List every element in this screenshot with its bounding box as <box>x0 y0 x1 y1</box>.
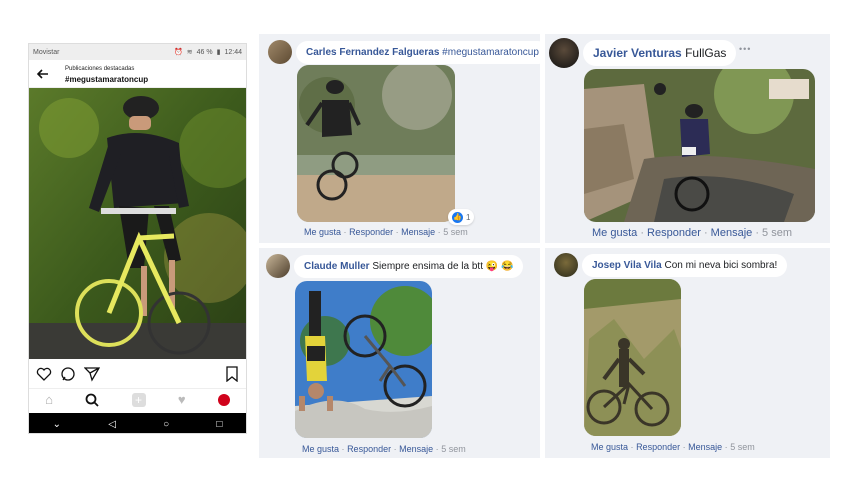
message-link[interactable]: Mensaje <box>399 444 433 454</box>
comment-text[interactable]: FullGas <box>685 46 726 60</box>
heart-icon[interactable] <box>36 366 52 382</box>
fb-comment-card: Josep Vila Vila Con mi neva bici sombra!… <box>545 248 830 458</box>
comment-photo[interactable] <box>584 279 681 436</box>
comment-bubble: Carles Fernandez Falgueras #megustamarat… <box>296 41 540 64</box>
separator-dot: · <box>755 227 759 239</box>
chevron-down-icon[interactable]: ⌄ <box>53 419 61 430</box>
reply-link[interactable]: Responder <box>647 227 701 239</box>
battery-icon: ▮ <box>216 49 221 56</box>
comment-bubble: Josep Vila Vila Con mi neva bici sombra! <box>582 254 788 277</box>
home-icon[interactable]: ⌂ <box>45 392 53 407</box>
separator-dot: · <box>435 444 439 454</box>
fb-comment-card: Carles Fernandez Falgueras #megustamarat… <box>259 34 540 243</box>
message-link[interactable]: Mensaje <box>401 227 435 237</box>
like-thumb-icon: 👍 <box>452 211 463 223</box>
comment-photo[interactable] <box>584 69 815 222</box>
comment-photo[interactable] <box>295 281 432 438</box>
recents-square-icon[interactable]: □ <box>216 419 222 430</box>
comment-actions: Me gusta · Responder · Mensaje · 5 sem <box>591 442 755 452</box>
avatar[interactable] <box>268 40 292 64</box>
separator-dot: · <box>703 227 708 239</box>
separator-dot: · <box>395 227 399 237</box>
comment-actions: Me gusta · Responder · Mensaje · 5 sem <box>302 444 466 454</box>
like-link[interactable]: Me gusta <box>304 227 341 237</box>
ig-header-subtitle: Publicaciones destacadas <box>65 66 135 72</box>
reply-link[interactable]: Responder <box>636 442 680 452</box>
fb-comment-card: Javier Venturas FullGas ••• Me gusta · R… <box>545 34 830 243</box>
comment-author[interactable]: Claude Muller <box>304 261 370 272</box>
comment-actions: Me gusta · Responder · Mensaje · 5 sem <box>592 227 792 239</box>
avatar[interactable] <box>554 253 578 277</box>
android-navigation-bar: ⌄ ◁ ○ □ <box>29 413 246 433</box>
comment-author[interactable]: Josep Vila Vila <box>592 260 662 271</box>
ig-actions-bar <box>29 364 246 384</box>
alarm-icon: ⏰ <box>174 49 183 56</box>
message-link[interactable]: Mensaje <box>711 227 753 239</box>
separator-dot: · <box>724 442 728 452</box>
avatar[interactable] <box>549 38 579 68</box>
message-link[interactable]: Mensaje <box>688 442 722 452</box>
share-icon[interactable] <box>84 366 100 382</box>
reply-link[interactable]: Responder <box>347 444 391 454</box>
comment-author[interactable]: Javier Venturas <box>593 46 682 60</box>
separator-dot: · <box>682 442 686 452</box>
bookmark-icon[interactable] <box>225 366 239 382</box>
status-bar: Movistar ⏰ ≋ 46 % ▮ 12:44 <box>29 44 246 60</box>
comment-timestamp[interactable]: 5 sem <box>762 227 792 239</box>
carrier-name: Movistar <box>33 48 60 56</box>
separator-dot: · <box>437 227 441 237</box>
reaction-count-value: 1 <box>466 212 471 222</box>
comment-text[interactable]: Con mi neva bici sombra! <box>664 260 777 271</box>
ig-header: Publicaciones destacadas #megustamaraton… <box>29 60 246 88</box>
more-options-icon[interactable]: ••• <box>739 44 751 54</box>
search-icon[interactable] <box>85 393 99 407</box>
reply-link[interactable]: Responder <box>349 227 393 237</box>
separator-dot: · <box>393 444 397 454</box>
ig-header-hashtag: #megustamaratoncup <box>65 75 149 84</box>
comment-timestamp[interactable]: 5 sem <box>443 227 468 237</box>
ig-featured-photo[interactable] <box>29 88 246 359</box>
emoji-reactions: 😜 😂 <box>485 261 514 272</box>
ig-bottom-tabs: ⌂ + ♥ <box>29 388 246 410</box>
like-link[interactable]: Me gusta <box>591 442 628 452</box>
back-arrow-icon[interactable] <box>36 67 50 81</box>
back-triangle-icon[interactable]: ◁ <box>108 419 116 430</box>
comment-timestamp[interactable]: 5 sem <box>441 444 466 454</box>
comment-bubble: Javier Venturas FullGas <box>583 40 737 66</box>
comment-author[interactable]: Carles Fernandez Falgueras <box>306 47 439 58</box>
like-link[interactable]: Me gusta <box>592 227 637 239</box>
comment-actions: Me gusta · Responder · Mensaje · 5 sem <box>304 227 468 237</box>
profile-avatar-icon[interactable] <box>217 393 230 406</box>
like-link[interactable]: Me gusta <box>302 444 339 454</box>
comment-timestamp[interactable]: 5 sem <box>730 442 755 452</box>
fb-comment-card: Claude Muller Siempre ensima de la btt 😜… <box>259 248 540 458</box>
instagram-phone-screenshot: Movistar ⏰ ≋ 46 % ▮ 12:44 Publicaciones … <box>28 43 247 434</box>
comment-bubble: Claude Muller Siempre ensima de la btt 😜… <box>294 255 524 278</box>
add-post-icon[interactable]: + <box>131 392 146 407</box>
separator-dot: · <box>343 227 347 237</box>
comment-text[interactable]: Siempre ensima de la btt <box>372 261 483 272</box>
separator-dot: · <box>640 227 644 239</box>
comment-icon[interactable] <box>60 366 76 382</box>
reaction-count[interactable]: 👍 1 <box>448 209 475 225</box>
separator-dot: · <box>630 442 634 452</box>
home-circle-icon[interactable]: ○ <box>163 419 169 430</box>
clock: 12:44 <box>224 48 242 56</box>
activity-heart-icon[interactable]: ♥ <box>178 392 186 407</box>
wifi-icon: ≋ <box>186 49 193 56</box>
avatar[interactable] <box>266 254 290 278</box>
comment-text[interactable]: #megustamaratoncup <box>442 47 539 58</box>
separator-dot: · <box>341 444 345 454</box>
battery-level: 46 % <box>196 48 213 56</box>
comment-photo[interactable] <box>297 65 455 222</box>
